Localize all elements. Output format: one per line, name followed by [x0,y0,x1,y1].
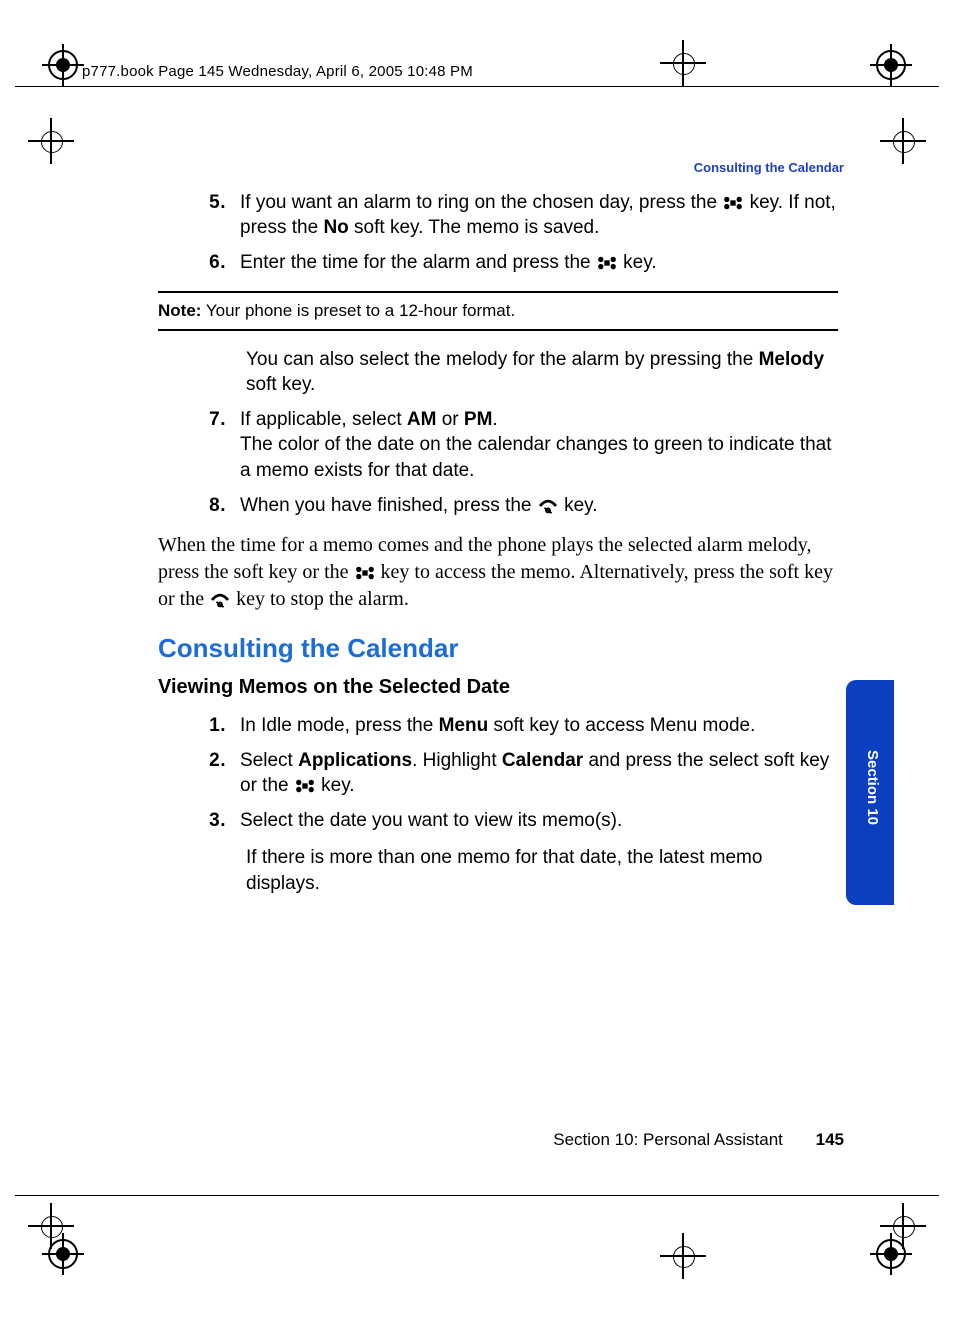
crosshair-icon [660,40,706,86]
page-footer: Section 10: Personal Assistant 145 [0,1130,844,1150]
step-list: 1.In Idle mode, press the Menu soft key … [158,713,838,833]
crosshair-icon [660,1233,706,1279]
ok-key-icon [294,778,316,794]
crosshair-icon [28,118,74,164]
registration-mark-icon [876,50,906,80]
paragraph: You can also select the melody for the a… [246,347,838,397]
page-number: 145 [816,1130,844,1149]
ok-key-icon [596,255,618,271]
step-list: 7.If applicable, select AM or PM.The col… [158,407,838,517]
header-slug: p777.book Page 145 Wednesday, April 6, 2… [82,63,473,80]
section-heading: Consulting the Calendar [158,633,838,664]
note-label: Note: [158,301,201,320]
step-item: 8.When you have finished, press the key. [202,493,838,518]
registration-mark-icon [48,50,78,80]
step-item: 2.Select Applications. Highlight Calenda… [202,748,838,798]
step-item: 5.If you want an alarm to ring on the ch… [202,190,838,240]
end-key-icon [209,592,231,608]
step-list: 5.If you want an alarm to ring on the ch… [158,190,838,275]
page-content: 5.If you want an alarm to ring on the ch… [158,190,838,896]
paragraph: If there is more than one memo for that … [246,845,838,896]
section-tab-label: Section 10 [864,750,881,825]
end-key-icon [537,498,559,514]
step-item: 1.In Idle mode, press the Menu soft key … [202,713,838,738]
step-item: 6.Enter the time for the alarm and press… [202,250,838,275]
paragraph: When the time for a memo comes and the p… [158,532,838,613]
note-box: Note: Your phone is preset to a 12-hour … [158,291,838,331]
subsection-heading: Viewing Memos on the Selected Date [158,676,838,699]
note-text: Your phone is preset to a 12-hour format… [201,301,515,320]
section-tab: Section 10 [846,680,894,905]
step-item: 7.If applicable, select AM or PM.The col… [202,407,838,482]
crosshair-icon [880,118,926,164]
footer-section: Section 10: Personal Assistant [553,1130,783,1149]
ok-key-icon [354,565,376,581]
crosshair-icon [28,1203,74,1249]
bottom-crop-rule [15,1195,939,1196]
top-crop-rule [15,86,939,87]
ok-key-icon [722,195,744,211]
running-head: Consulting the Calendar [694,160,844,175]
step-item: 3.Select the date you want to view its m… [202,808,838,833]
crosshair-icon [880,1203,926,1249]
